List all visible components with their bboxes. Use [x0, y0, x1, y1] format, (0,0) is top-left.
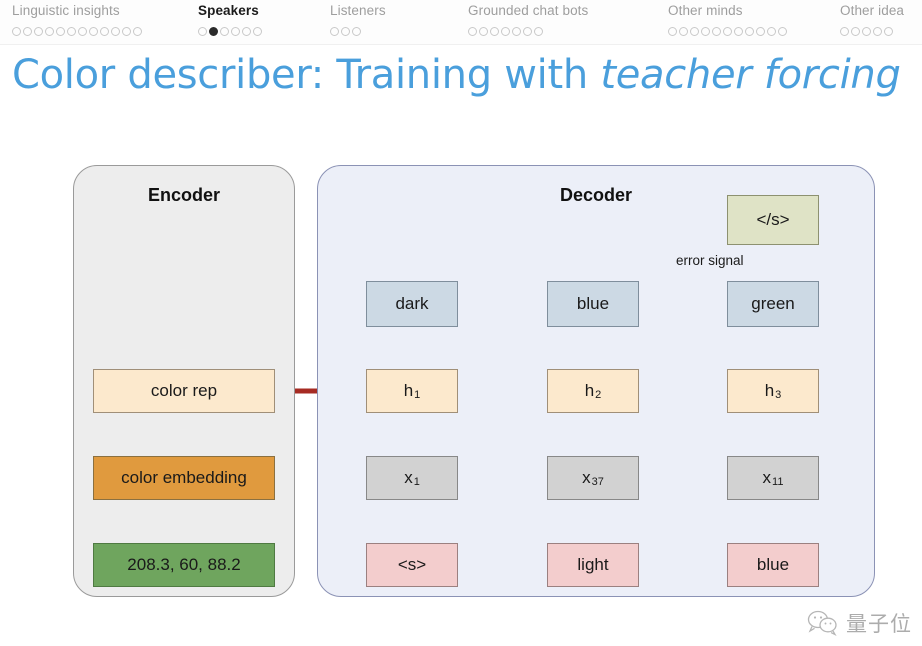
node-color-embedding[interactable]: color embedding: [93, 456, 275, 500]
wechat-icon: [807, 610, 837, 636]
error-signal-label: error signal: [676, 253, 744, 268]
node-color-rep[interactable]: color rep: [93, 369, 275, 413]
node-embedding-2-base: x: [582, 468, 591, 487]
node-embedding-2[interactable]: x 37: [547, 456, 639, 500]
node-input-token-3[interactable]: blue: [727, 543, 819, 587]
node-embedding-2-sub: 37: [591, 476, 604, 488]
node-embedding-3-sub: 11: [772, 476, 784, 488]
node-color-value[interactable]: 208.3, 60, 88.2: [93, 543, 275, 587]
watermark: 量子位: [807, 608, 912, 638]
node-embedding-3[interactable]: x 11: [727, 456, 819, 500]
node-embedding-1-base: x: [404, 468, 413, 487]
architecture-diagram: Encoder Decoder color rep color embeddin…: [0, 0, 922, 646]
node-hidden-state-1-sub: 1: [414, 389, 421, 401]
node-output-word-3[interactable]: green: [727, 281, 819, 327]
watermark-text: 量子位: [846, 612, 912, 636]
node-hidden-state-3[interactable]: h3: [727, 369, 819, 413]
node-hidden-state-2-sub: 2: [595, 389, 602, 401]
node-hidden-state-1-base: h: [403, 381, 414, 400]
node-embedding-1[interactable]: x1: [366, 456, 458, 500]
node-hidden-state-2-base: h: [584, 381, 595, 400]
node-input-token-2[interactable]: light: [547, 543, 639, 587]
node-output-word-1[interactable]: dark: [366, 281, 458, 327]
node-hidden-state-2[interactable]: h2: [547, 369, 639, 413]
node-hidden-state-3-base: h: [764, 381, 775, 400]
node-hidden-state-3-sub: 3: [775, 389, 782, 401]
node-input-token-1[interactable]: <s>: [366, 543, 458, 587]
node-embedding-1-sub: 1: [413, 476, 420, 488]
encoder-panel-title: Encoder: [147, 185, 221, 205]
node-output-word-2[interactable]: blue: [547, 281, 639, 327]
node-embedding-3-base: x: [762, 468, 772, 487]
node-eos-target[interactable]: </s>: [727, 195, 819, 245]
node-hidden-state-1[interactable]: h1: [366, 369, 458, 413]
